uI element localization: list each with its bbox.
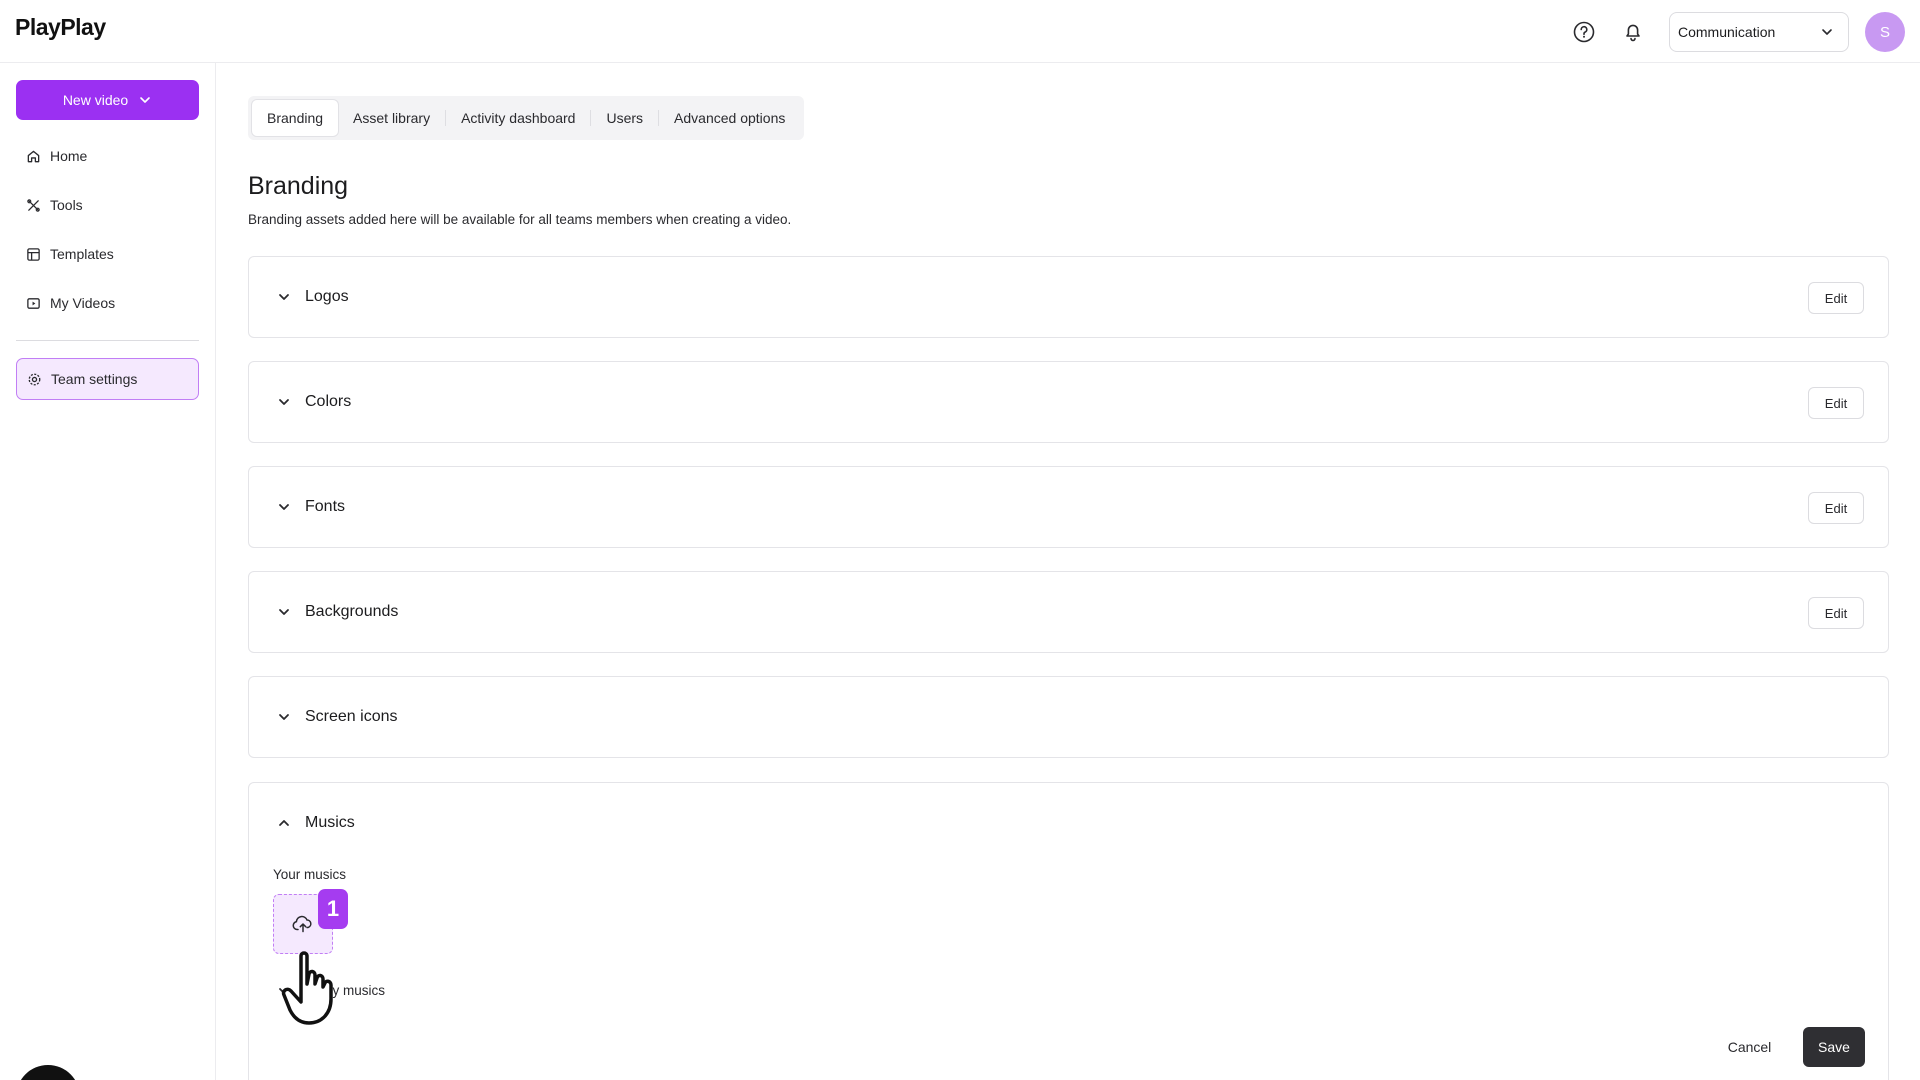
sidebar-item-label: My Videos xyxy=(50,295,116,311)
help-icon[interactable] xyxy=(1570,18,1598,46)
tab-branding[interactable]: Branding xyxy=(252,100,339,136)
section-header[interactable]: Fonts xyxy=(277,467,345,547)
section-backgrounds: Backgrounds Edit xyxy=(248,571,1889,653)
tab-label: Asset library xyxy=(353,110,431,126)
cloud-upload-icon xyxy=(292,915,312,933)
section-title: Fonts xyxy=(305,498,346,515)
home-icon xyxy=(27,150,40,162)
tab-asset-library[interactable]: Asset library xyxy=(338,100,445,136)
hand-cursor-icon xyxy=(281,951,333,1025)
new-video-button[interactable]: New video xyxy=(16,80,199,120)
section-logos: Logos Edit xyxy=(248,256,1889,338)
page-title: Branding xyxy=(248,172,349,200)
section-screen-icons: Screen icons xyxy=(248,676,1889,758)
logos-edit-button[interactable]: Edit xyxy=(1808,282,1864,314)
section-fonts: Fonts Edit xyxy=(248,466,1889,548)
sidebar-item-home[interactable]: Home xyxy=(16,138,199,174)
avatar[interactable]: S xyxy=(1865,12,1905,52)
chat-support-button[interactable] xyxy=(16,1065,80,1080)
section-title: Screen icons xyxy=(305,708,398,725)
tab-advanced-options[interactable]: Advanced options xyxy=(659,100,800,136)
section-title: Colors xyxy=(305,393,352,410)
section-colors: Colors Edit xyxy=(248,361,1889,443)
chevron-up-icon xyxy=(279,820,289,826)
sidebar-item-label: Team settings xyxy=(51,371,138,387)
chevron-down-icon xyxy=(279,504,289,510)
top-bar: PlayPlay Communication S xyxy=(0,0,1920,63)
chevron-down-icon xyxy=(1822,29,1832,35)
tab-label: Activity dashboard xyxy=(461,110,576,126)
tab-users[interactable]: Users xyxy=(591,100,658,136)
section-header[interactable]: Musics xyxy=(277,783,355,863)
tab-activity-dashboard[interactable]: Activity dashboard xyxy=(446,100,590,136)
section-header[interactable]: Colors xyxy=(277,362,351,442)
gear-icon xyxy=(28,373,41,385)
cancel-button[interactable]: Cancel xyxy=(1702,1027,1797,1067)
tools-icon xyxy=(27,198,40,212)
sidebar-divider xyxy=(16,340,199,341)
colors-edit-button[interactable]: Edit xyxy=(1808,387,1864,419)
chevron-down-icon xyxy=(279,294,289,300)
chevron-down-icon xyxy=(279,399,289,405)
tab-label: Advanced options xyxy=(674,110,786,126)
your-musics-label: Your musics xyxy=(273,867,347,882)
sidebar-item-tools[interactable]: Tools xyxy=(16,187,199,223)
sidebar-item-templates[interactable]: Templates xyxy=(16,236,199,272)
page-subtitle: Branding assets added here will be avail… xyxy=(248,212,792,227)
sidebar-item-team-settings[interactable]: Team settings xyxy=(16,358,199,400)
step-badge: 1 xyxy=(318,889,348,929)
chevron-down-icon xyxy=(279,714,289,720)
backgrounds-edit-button[interactable]: Edit xyxy=(1808,597,1864,629)
save-button[interactable]: Save xyxy=(1803,1027,1865,1067)
sidebar: New video Home Tools Templates My Videos… xyxy=(0,63,216,1080)
chevron-down-icon xyxy=(140,97,150,103)
section-header[interactable]: Logos xyxy=(277,257,349,337)
new-video-label: New video xyxy=(62,92,129,108)
bell-icon[interactable] xyxy=(1619,18,1647,46)
team-select-value: Communication xyxy=(1678,24,1776,40)
sidebar-item-label: Home xyxy=(50,148,88,164)
sidebar-item-my-videos[interactable]: My Videos xyxy=(16,285,199,321)
section-header[interactable]: Backgrounds xyxy=(277,572,398,652)
team-select[interactable]: Communication xyxy=(1669,12,1849,52)
my-videos-icon xyxy=(27,297,40,309)
section-musics: Musics Your musics ay musics xyxy=(248,782,1889,1080)
templates-icon xyxy=(27,247,40,261)
fonts-edit-button[interactable]: Edit xyxy=(1808,492,1864,524)
section-header[interactable]: Screen icons xyxy=(277,677,398,757)
playplay-logo[interactable]: PlayPlay xyxy=(15,14,106,41)
section-title: Logos xyxy=(305,288,349,305)
chevron-down-icon xyxy=(279,609,289,615)
section-title: Backgrounds xyxy=(305,603,399,620)
tab-label: Branding xyxy=(267,110,324,126)
section-title: Musics xyxy=(305,814,355,831)
tab-label: Users xyxy=(606,110,644,126)
settings-tabs: Branding Asset library Activity dashboar… xyxy=(248,96,805,140)
sidebar-item-label: Templates xyxy=(50,246,114,262)
sidebar-item-label: Tools xyxy=(50,197,83,213)
